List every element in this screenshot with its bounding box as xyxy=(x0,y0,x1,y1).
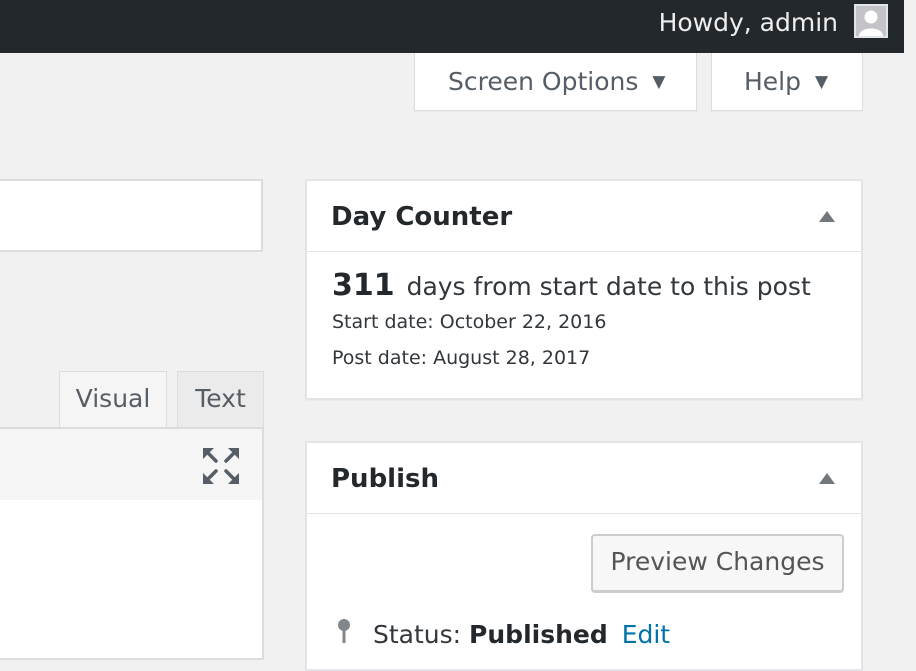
status-value: Published xyxy=(469,620,608,649)
preview-changes-button[interactable]: Preview Changes xyxy=(591,534,844,592)
screen-options-label: Screen Options xyxy=(448,67,639,96)
fullscreen-expand-icon[interactable] xyxy=(201,446,241,486)
status-edit-link[interactable]: Edit xyxy=(622,620,670,649)
caret-down-icon: ▼ xyxy=(815,72,829,92)
day-count-text: days from start date to this post xyxy=(406,272,811,301)
caret-down-icon: ▼ xyxy=(652,72,666,92)
pin-icon xyxy=(333,617,355,645)
help-button[interactable]: Help ▼ xyxy=(711,53,863,111)
publish-header[interactable]: Publish xyxy=(307,443,861,514)
user-avatar-icon[interactable] xyxy=(854,4,888,38)
day-count-summary: 311 days from start date to this post xyxy=(332,268,811,303)
publish-box: Publish Preview Changes Status: Publishe… xyxy=(305,441,863,671)
post-title-input[interactable] xyxy=(0,179,263,252)
editor-toolbar xyxy=(0,427,264,502)
post-date-text: Post date: August 28, 2017 xyxy=(332,347,591,369)
status-label: Status: xyxy=(373,620,462,649)
screen-options-button[interactable]: Screen Options ▼ xyxy=(414,53,697,111)
collapse-arrow-icon[interactable] xyxy=(819,211,835,222)
help-label: Help xyxy=(744,67,801,96)
start-date-text: Start date: October 22, 2016 xyxy=(332,311,607,333)
howdy-greeting[interactable]: Howdy, admin xyxy=(659,0,838,46)
day-counter-box: Day Counter 311 days from start date to … xyxy=(305,179,863,400)
collapse-arrow-icon[interactable] xyxy=(819,473,835,484)
editor-content-area[interactable] xyxy=(0,500,264,660)
day-counter-title: Day Counter xyxy=(331,202,513,232)
status-row: Status: Published Edit xyxy=(333,617,670,649)
admin-bar: Howdy, admin xyxy=(0,0,904,53)
publish-title: Publish xyxy=(331,464,439,494)
tab-text[interactable]: Text xyxy=(177,371,264,428)
day-counter-header[interactable]: Day Counter xyxy=(307,181,861,252)
window-edge xyxy=(904,0,916,640)
day-count-value: 311 xyxy=(332,268,395,303)
tab-visual[interactable]: Visual xyxy=(59,371,167,428)
